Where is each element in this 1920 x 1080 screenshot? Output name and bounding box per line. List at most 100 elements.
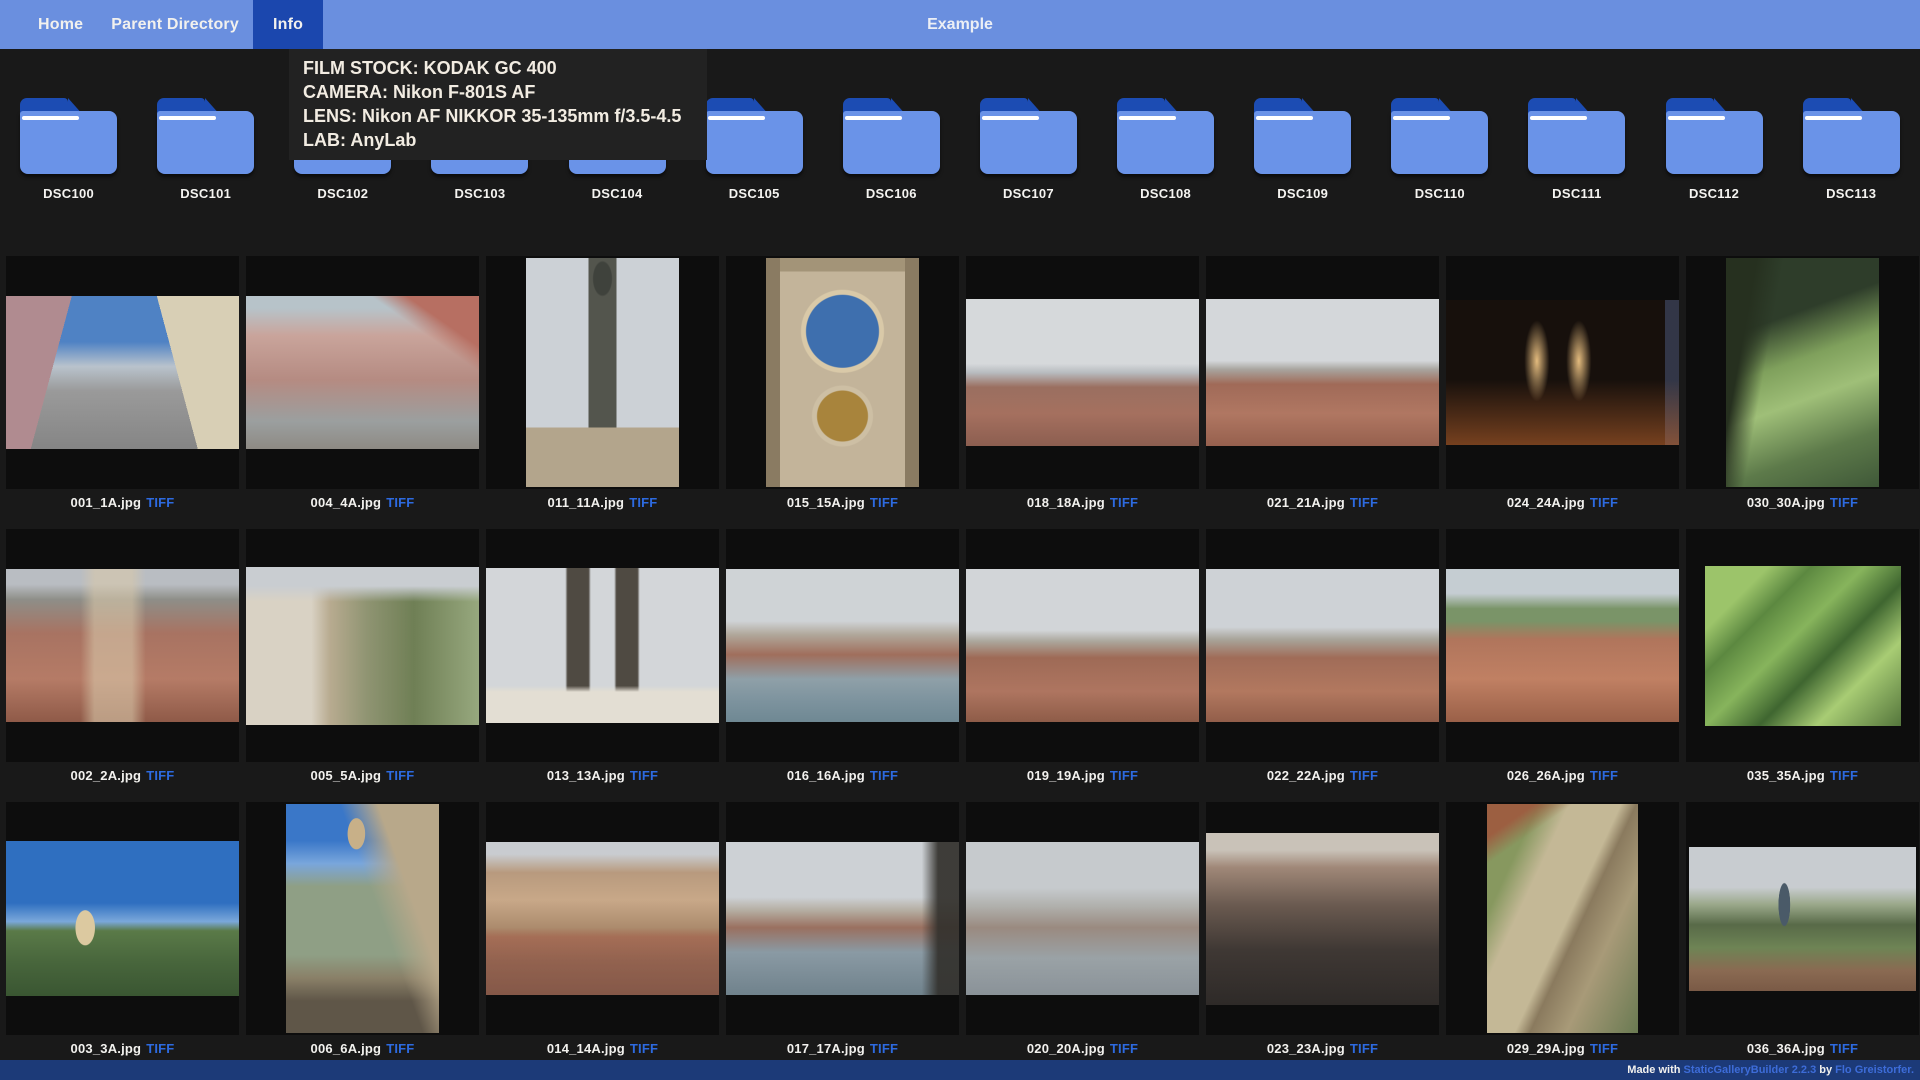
thumbnail-filename: 005_5A.jpg <box>311 768 382 783</box>
footer-app-link[interactable]: StaticGalleryBuilder 2.2.3 <box>1684 1064 1817 1076</box>
footer-bar: Made with StaticGalleryBuilder 2.2.3 by … <box>0 1060 1920 1080</box>
photo-thumbnail-image <box>526 258 679 487</box>
tiff-link[interactable]: TIFF <box>1590 495 1618 510</box>
tiff-link[interactable]: TIFF <box>1350 495 1378 510</box>
thumbnail-036-36a[interactable] <box>1686 802 1919 1035</box>
thumbnail-030-30a[interactable] <box>1686 256 1919 489</box>
thumbnail-caption: 004_4A.jpgTIFF <box>246 489 479 529</box>
tiff-link[interactable]: TIFF <box>1590 768 1618 783</box>
photo-thumbnail-image <box>6 569 239 722</box>
photo-thumbnail-image <box>726 569 959 722</box>
tiff-link[interactable]: TIFF <box>1830 495 1858 510</box>
thumbnail-004-4a[interactable] <box>246 256 479 489</box>
thumbnail-016-16a[interactable] <box>726 529 959 762</box>
thumbnail-023-23a[interactable] <box>1206 802 1439 1035</box>
tiff-link[interactable]: TIFF <box>146 495 174 510</box>
tiff-link[interactable]: TIFF <box>386 495 414 510</box>
footer-author-link[interactable]: Flo Greistorfer. <box>1835 1064 1914 1076</box>
folder-dsc110[interactable]: DSC110 <box>1371 98 1508 201</box>
thumbnail-003-3a[interactable] <box>6 802 239 1035</box>
thumbnail-005-5a[interactable] <box>246 529 479 762</box>
folder-dsc106[interactable]: DSC106 <box>823 98 960 201</box>
tiff-link[interactable]: TIFF <box>630 1041 658 1056</box>
photo-thumbnail-image <box>486 568 719 723</box>
thumbnail-caption: 005_5A.jpg TIFF <box>246 762 479 802</box>
tiff-link[interactable]: TIFF <box>1830 1041 1858 1056</box>
folder-icon <box>1391 98 1488 174</box>
thumbnail-002-2a[interactable] <box>6 529 239 762</box>
tiff-link[interactable]: TIFF <box>1590 1041 1618 1056</box>
gallery-cell: 018_18A.jpgTIFF <box>966 256 1199 529</box>
tiff-link[interactable]: TIFF <box>629 495 657 510</box>
folder-dsc101[interactable]: DSC101 <box>137 98 274 201</box>
photo-thumbnail-image <box>246 567 479 725</box>
thumbnail-filename: 020_20A.jpg <box>1027 1041 1105 1056</box>
tiff-link[interactable]: TIFF <box>1350 1041 1378 1056</box>
folder-label: DSC103 <box>454 186 505 201</box>
photo-thumbnail-image <box>6 296 239 449</box>
nav-item-home[interactable]: Home <box>24 0 97 49</box>
tiff-link[interactable]: TIFF <box>630 768 658 783</box>
thumbnail-filename: 002_2A.jpg <box>71 768 142 783</box>
nav-item-parent-directory[interactable]: Parent Directory <box>97 0 253 49</box>
thumbnail-filename: 003_3A.jpg <box>71 1041 142 1056</box>
tiff-link[interactable]: TIFF <box>1830 768 1858 783</box>
thumbnail-018-18a[interactable] <box>966 256 1199 489</box>
thumbnail-022-22a[interactable] <box>1206 529 1439 762</box>
folder-dsc107[interactable]: DSC107 <box>960 98 1097 201</box>
tiff-link[interactable]: TIFF <box>146 1041 174 1056</box>
thumbnail-filename: 014_14A.jpg <box>547 1041 625 1056</box>
gallery-cell: 014_14A.jpg TIFF <box>486 802 719 1075</box>
thumbnail-caption: 015_15A.jpg TIFF <box>726 489 959 529</box>
tiff-link[interactable]: TIFF <box>1350 768 1378 783</box>
thumbnail-filename: 015_15A.jpg <box>787 495 865 510</box>
thumbnail-019-19a[interactable] <box>966 529 1199 762</box>
folder-dsc112[interactable]: DSC112 <box>1646 98 1783 201</box>
thumbnail-filename: 016_16A.jpg <box>787 768 865 783</box>
folder-row: DSC100DSC101DSC102DSC103DSC104DSC105DSC1… <box>0 98 1920 201</box>
tiff-link[interactable]: TIFF <box>1110 768 1138 783</box>
thumbnail-015-15a[interactable] <box>726 256 959 489</box>
thumbnail-caption: 024_24A.jpgTIFF <box>1446 489 1679 529</box>
folder-dsc109[interactable]: DSC109 <box>1234 98 1371 201</box>
nav-item-info[interactable]: Info <box>253 0 323 49</box>
thumbnail-filename: 001_1A.jpg <box>71 495 142 510</box>
folder-icon <box>1666 98 1763 174</box>
folder-icon <box>1528 98 1625 174</box>
folder-label: DSC113 <box>1826 186 1876 201</box>
thumbnail-035-35a[interactable] <box>1686 529 1919 762</box>
tiff-link[interactable]: TIFF <box>870 495 898 510</box>
tiff-link[interactable]: TIFF <box>386 1041 414 1056</box>
tiff-link[interactable]: TIFF <box>1110 495 1138 510</box>
thumbnail-caption: 016_16A.jpg TIFF <box>726 762 959 802</box>
tiff-link[interactable]: TIFF <box>146 768 174 783</box>
thumbnail-013-13a[interactable] <box>486 529 719 762</box>
folder-icon <box>980 98 1077 174</box>
tiff-link[interactable]: TIFF <box>870 1041 898 1056</box>
photo-thumbnail-image <box>966 569 1199 722</box>
thumbnail-001-1a[interactable] <box>6 256 239 489</box>
tiff-link[interactable]: TIFF <box>870 768 898 783</box>
thumbnail-014-14a[interactable] <box>486 802 719 1035</box>
photo-thumbnail-image <box>1726 258 1879 487</box>
tiff-link[interactable]: TIFF <box>1110 1041 1138 1056</box>
folder-dsc100[interactable]: DSC100 <box>0 98 137 201</box>
thumbnail-006-6a[interactable] <box>246 802 479 1035</box>
photo-thumbnail-image <box>766 258 919 487</box>
thumbnail-017-17a[interactable] <box>726 802 959 1035</box>
thumbnail-filename: 029_29A.jpg <box>1507 1041 1585 1056</box>
thumbnail-026-26a[interactable] <box>1446 529 1679 762</box>
thumbnail-024-24a[interactable] <box>1446 256 1679 489</box>
photo-thumbnail-image <box>1705 566 1901 726</box>
thumbnail-filename: 013_13A.jpg <box>547 768 625 783</box>
thumbnail-029-29a[interactable] <box>1446 802 1679 1035</box>
thumbnail-020-20a[interactable] <box>966 802 1199 1035</box>
thumbnail-011-11a[interactable] <box>486 256 719 489</box>
folder-dsc113[interactable]: DSC113 <box>1783 98 1920 201</box>
tiff-link[interactable]: TIFF <box>386 768 414 783</box>
info-tooltip-line-2: CAMERA: Nikon F-801S AF <box>303 80 693 104</box>
folder-dsc108[interactable]: DSC108 <box>1097 98 1234 201</box>
folder-dsc111[interactable]: DSC111 <box>1508 98 1645 201</box>
thumbnail-021-21a[interactable] <box>1206 256 1439 489</box>
photo-thumbnail-image <box>966 842 1199 995</box>
